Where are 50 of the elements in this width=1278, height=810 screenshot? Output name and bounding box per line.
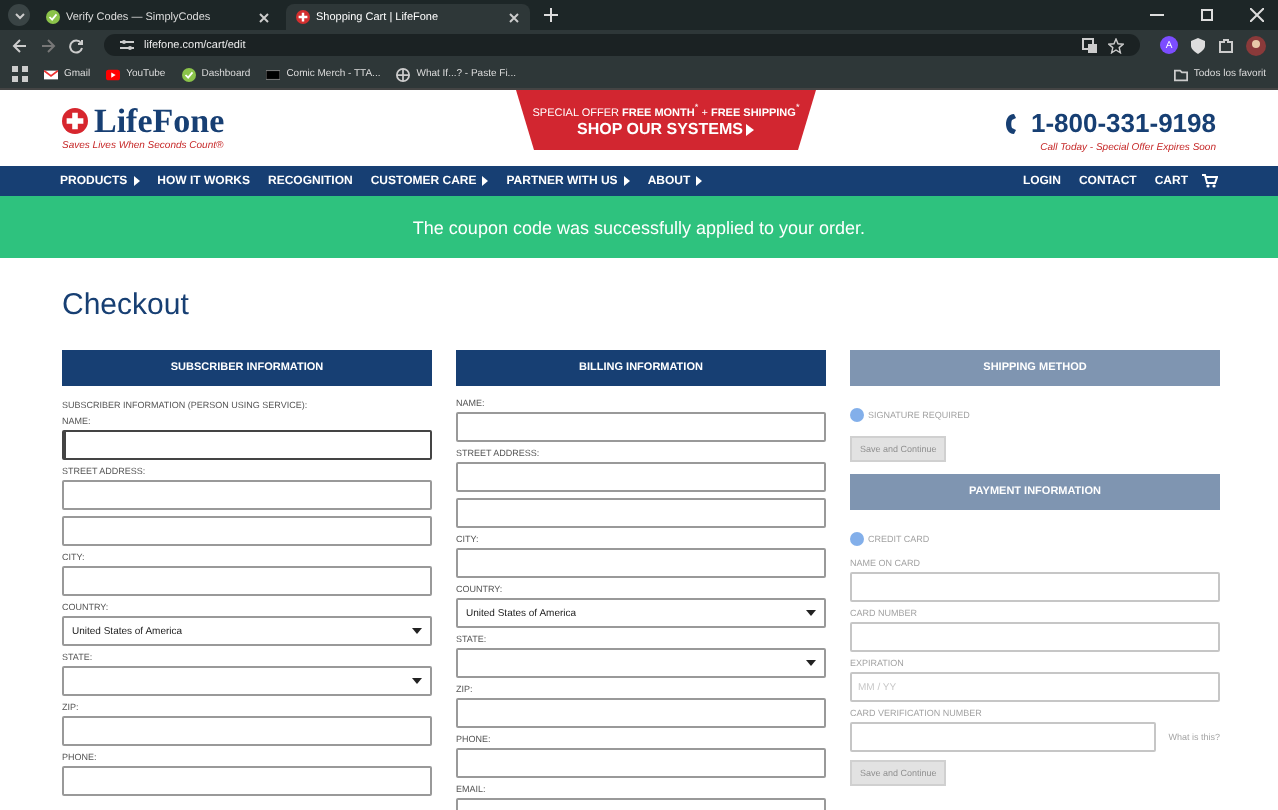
check-icon — [46, 10, 60, 24]
play-icon — [106, 67, 121, 81]
reload-icon[interactable] — [68, 37, 84, 53]
dropdown[interactable] — [62, 666, 432, 696]
caret-icon — [746, 123, 755, 136]
back-icon[interactable] — [12, 37, 28, 53]
site-settings-icon[interactable] — [120, 38, 134, 52]
shield-icon[interactable] — [1190, 37, 1206, 53]
cross-icon — [296, 10, 310, 24]
input-field[interactable] — [456, 748, 826, 778]
page-title: Checkout — [60, 285, 191, 325]
logo-text[interactable]: LifeFone — [94, 104, 225, 138]
caret-icon — [133, 176, 140, 186]
mail-icon — [44, 67, 58, 81]
caret-icon — [482, 176, 489, 186]
input-field[interactable] — [62, 430, 432, 460]
input-field[interactable] — [62, 566, 432, 596]
phone-number[interactable]: 1-800-331-9198 — [1030, 108, 1216, 138]
forward-icon[interactable] — [40, 37, 56, 53]
cross-shield-icon — [62, 108, 88, 134]
input-field[interactable] — [456, 498, 826, 528]
input-field[interactable] — [62, 516, 432, 546]
input-field[interactable] — [62, 480, 432, 510]
caret-down-icon — [806, 660, 816, 666]
caret-icon — [623, 176, 630, 186]
globe-icon — [396, 67, 411, 81]
translate-icon[interactable] — [1082, 37, 1098, 53]
input-field[interactable] — [62, 766, 432, 796]
close-icon[interactable] — [508, 11, 520, 23]
cart-icon[interactable] — [1202, 174, 1218, 188]
caret-icon — [696, 176, 703, 186]
dropdown[interactable] — [456, 648, 826, 678]
success-banner: The coupon code was successfully applied to your order. — [0, 196, 1278, 258]
folder-icon — [1173, 67, 1188, 81]
phone-icon — [1004, 111, 1021, 135]
caret-down-icon — [412, 628, 422, 634]
avatar-icon[interactable] — [1246, 35, 1266, 55]
star-icon[interactable] — [1108, 37, 1124, 53]
input-field[interactable] — [62, 716, 432, 746]
tab-search-icon[interactable] — [8, 4, 30, 26]
input-field[interactable] — [456, 698, 826, 728]
input-field[interactable] — [456, 462, 826, 492]
caret-down-icon — [806, 610, 816, 616]
input-field[interactable] — [456, 548, 826, 578]
input-field[interactable] — [456, 412, 826, 442]
plus-icon[interactable] — [544, 8, 558, 22]
apps-icon[interactable] — [12, 66, 28, 82]
caret-down-icon — [412, 678, 422, 684]
close-icon[interactable] — [258, 11, 270, 23]
check-icon — [181, 67, 196, 81]
